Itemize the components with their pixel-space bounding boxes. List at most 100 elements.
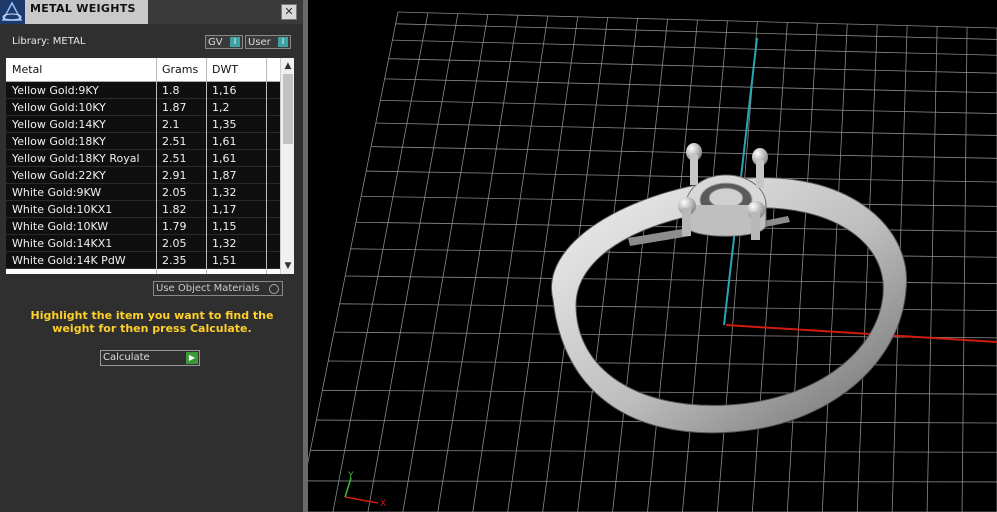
column-header-metal[interactable]: Metal bbox=[12, 63, 42, 76]
grid-line bbox=[682, 20, 728, 512]
use-object-materials-toggle[interactable]: Use Object Materials bbox=[153, 281, 283, 296]
dwt-cell: 1,17 bbox=[212, 203, 237, 216]
scroll-up-icon[interactable]: ▲ bbox=[281, 60, 294, 72]
grid-line bbox=[961, 27, 968, 512]
gv-toggle-label: GV bbox=[208, 37, 223, 48]
metal-cell: Yellow Gold:18KY bbox=[12, 135, 106, 148]
prong bbox=[682, 208, 691, 236]
grams-cell: 2.51 bbox=[162, 135, 187, 148]
table-row[interactable]: White Gold:10KW 1.79 1,15 bbox=[6, 218, 280, 235]
radio-circle-icon bbox=[269, 284, 279, 294]
grid-line bbox=[367, 13, 459, 512]
table-row[interactable]: White Gold:9KW 2.05 1,32 bbox=[6, 184, 280, 201]
grid-line bbox=[437, 15, 519, 512]
dwt-cell: 1,87 bbox=[212, 169, 237, 182]
prong bbox=[690, 155, 698, 185]
grams-cell: 2.91 bbox=[162, 169, 187, 182]
play-arrow-icon: ▶ bbox=[186, 352, 198, 364]
grid-line bbox=[472, 15, 549, 512]
column-header-dwt[interactable]: DWT bbox=[212, 63, 238, 76]
table-row[interactable]: Yellow Gold:14KY 2.1 1,35 bbox=[6, 116, 280, 133]
dwt-cell: 1,32 bbox=[212, 237, 237, 250]
dwt-cell: 1,61 bbox=[212, 135, 237, 148]
user-toggle[interactable]: User I bbox=[245, 35, 291, 49]
table-row[interactable]: Yellow Gold:9KY 1.8 1,16 bbox=[6, 82, 280, 99]
column-divider bbox=[266, 58, 267, 274]
metal-cell: White Gold:10KX1 bbox=[12, 203, 113, 216]
gv-toggle[interactable]: GV I bbox=[205, 35, 243, 49]
table-body: Yellow Gold:9KY 1.8 1,16 Yellow Gold:10KY 1.… bbox=[6, 82, 280, 269]
3d-viewport[interactable]: X Y bbox=[308, 0, 997, 512]
dwt-cell: 1,35 bbox=[212, 118, 237, 131]
grid-line bbox=[821, 23, 848, 512]
grams-cell: 2.51 bbox=[162, 152, 187, 165]
table-row[interactable]: White Gold:14K PdW 2.35 1,51 bbox=[6, 252, 280, 269]
user-toggle-label: User bbox=[248, 37, 271, 48]
table-row[interactable]: White Gold:14KX1 2.05 1,32 bbox=[6, 235, 280, 252]
column-divider bbox=[206, 58, 207, 274]
scroll-down-icon[interactable]: ▼ bbox=[281, 260, 294, 272]
grams-cell: 2.05 bbox=[162, 186, 187, 199]
column-divider bbox=[156, 58, 157, 274]
dwt-cell: 1,32 bbox=[212, 186, 237, 199]
title-bar[interactable]: METAL WEIGHTS ✕ bbox=[0, 0, 303, 24]
scroll-thumb[interactable] bbox=[283, 74, 293, 144]
metal-cell: Yellow Gold:10KY bbox=[12, 101, 106, 114]
metal-cell: White Gold:14KX1 bbox=[12, 237, 113, 250]
prong bbox=[756, 160, 764, 188]
close-button[interactable]: ✕ bbox=[281, 4, 297, 20]
grid-line bbox=[402, 14, 489, 512]
metal-cell: Yellow Gold:18KY Royal bbox=[12, 152, 140, 165]
grid-line bbox=[856, 24, 878, 512]
table-scrollbar[interactable]: ▲ ▼ bbox=[280, 58, 294, 274]
metal-table: Metal Grams DWT Yellow Gold:9KY 1.8 1,16 Ye… bbox=[6, 58, 294, 274]
gizmo-x-label: X bbox=[380, 499, 386, 509]
grams-cell: 2.05 bbox=[162, 237, 187, 250]
dwt-cell: 1,2 bbox=[212, 101, 230, 114]
grid-line bbox=[612, 19, 668, 512]
metal-cell: White Gold:10KW bbox=[12, 220, 109, 233]
dwt-cell: 1,16 bbox=[212, 84, 237, 97]
table-header: Metal Grams DWT bbox=[6, 58, 280, 82]
axis-gizmo: X Y bbox=[344, 471, 386, 509]
table-row[interactable]: White Gold:10KX1 1.82 1,17 bbox=[6, 201, 280, 218]
table-row[interactable]: Yellow Gold:10KY 1.87 1,2 bbox=[6, 99, 280, 116]
use-object-materials-label: Use Object Materials bbox=[156, 283, 260, 294]
toggle-knob-icon: I bbox=[278, 37, 288, 47]
table-row[interactable]: Yellow Gold:18KY Royal 2.51 1,61 bbox=[6, 150, 280, 167]
grid-line bbox=[926, 26, 938, 512]
table-row[interactable]: Yellow Gold:18KY 2.51 1,61 bbox=[6, 133, 280, 150]
metal-cell: White Gold:9KW bbox=[12, 186, 102, 199]
dwt-cell: 1,61 bbox=[212, 152, 237, 165]
metal-cell: Yellow Gold:14KY bbox=[12, 118, 106, 131]
metal-cell: Yellow Gold:9KY bbox=[12, 84, 99, 97]
grid-line bbox=[308, 11, 399, 465]
grams-cell: 1.8 bbox=[162, 84, 180, 97]
toggle-knob-icon: I bbox=[230, 37, 240, 47]
grid-line bbox=[751, 22, 788, 512]
grams-cell: 1.87 bbox=[162, 101, 187, 114]
gizmo-y-label: Y bbox=[347, 471, 354, 481]
grid-line bbox=[786, 23, 818, 512]
metal-cell: Yellow Gold:22KY bbox=[12, 169, 106, 182]
metal-weights-panel: METAL WEIGHTS ✕ Library: METAL GV I User… bbox=[0, 0, 303, 512]
title-bar-fill bbox=[148, 0, 303, 24]
grid-line bbox=[308, 480, 997, 483]
calculate-button[interactable]: Calculate ▶ bbox=[100, 350, 200, 366]
library-label: Library: METAL bbox=[12, 36, 86, 47]
calculate-label: Calculate bbox=[103, 352, 150, 363]
instruction-text: Highlight the item you want to find the … bbox=[30, 309, 274, 335]
grams-cell: 2.1 bbox=[162, 118, 180, 131]
dwt-cell: 1,15 bbox=[212, 220, 237, 233]
table-row[interactable]: Yellow Gold:22KY 2.91 1,87 bbox=[6, 167, 280, 184]
grams-cell: 1.79 bbox=[162, 220, 187, 233]
app-logo-icon bbox=[0, 0, 25, 24]
grams-cell: 2.35 bbox=[162, 254, 187, 267]
prong bbox=[751, 212, 760, 240]
x-axis-line bbox=[725, 324, 997, 343]
metal-cell: White Gold:14K PdW bbox=[12, 254, 126, 267]
grams-cell: 1.82 bbox=[162, 203, 187, 216]
column-header-grams[interactable]: Grams bbox=[162, 63, 198, 76]
panel-title: METAL WEIGHTS bbox=[30, 2, 136, 15]
grid-line bbox=[332, 12, 429, 512]
